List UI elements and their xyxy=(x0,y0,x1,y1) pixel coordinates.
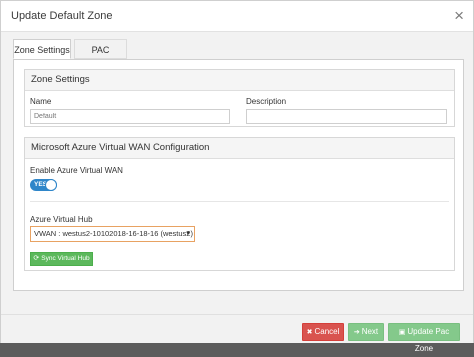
section-divider xyxy=(30,201,449,202)
tab-pac-settings[interactable]: PAC Settings xyxy=(74,39,127,75)
azure-hub-label: Azure Virtual Hub xyxy=(30,215,93,224)
toggle-knob xyxy=(45,179,57,191)
azure-hub-select[interactable]: VWAN : westus2-10102018-16-18-16 (westus… xyxy=(30,226,195,242)
modal-title: Update Default Zone xyxy=(11,10,113,22)
caret-down-icon: ▼ xyxy=(185,231,191,237)
azure-hub-selected: VWAN : westus2-10102018-16-18-16 (westus… xyxy=(34,229,193,238)
sync-virtual-hub-button[interactable]: ⟳ Sync Virtual Hub xyxy=(30,252,93,266)
tab-zone-settings[interactable]: Zone Settings xyxy=(13,39,71,59)
modal-header: Update Default Zone × xyxy=(1,1,473,32)
description-label: Description xyxy=(246,97,287,106)
name-input[interactable] xyxy=(30,109,230,124)
azure-wan-section: Microsoft Azure Virtual WAN Configuratio… xyxy=(24,137,455,271)
close-icon[interactable]: × xyxy=(454,6,464,26)
sync-label: Sync Virtual Hub xyxy=(41,255,90,262)
zone-settings-section: Zone Settings Name Description xyxy=(24,69,455,127)
update-label: Update Pac Zone xyxy=(407,327,450,353)
x-icon: ✖ xyxy=(306,329,313,336)
cancel-button[interactable]: ✖ Cancel xyxy=(302,323,344,341)
update-pac-zone-button[interactable]: ▣ Update Pac Zone xyxy=(388,323,460,353)
save-icon: ▣ xyxy=(398,329,406,336)
enable-azure-toggle[interactable]: YES xyxy=(30,179,57,191)
name-label: Name xyxy=(30,97,52,106)
update-zone-modal: Update Default Zone × Zone Settings PAC … xyxy=(0,0,474,353)
enable-azure-label: Enable Azure Virtual WAN xyxy=(30,166,123,175)
next-label: Next xyxy=(361,327,379,336)
next-button[interactable]: ➔ Next xyxy=(348,323,384,341)
description-input[interactable] xyxy=(246,109,447,124)
zone-settings-panel: Zone Settings Name Description Microsoft… xyxy=(13,60,464,291)
cancel-label: Cancel xyxy=(314,327,340,336)
zone-settings-heading: Zone Settings xyxy=(25,70,454,91)
azure-wan-heading: Microsoft Azure Virtual WAN Configuratio… xyxy=(25,138,454,159)
arrow-right-icon: ➔ xyxy=(353,329,360,336)
refresh-icon: ⟳ xyxy=(33,255,40,262)
